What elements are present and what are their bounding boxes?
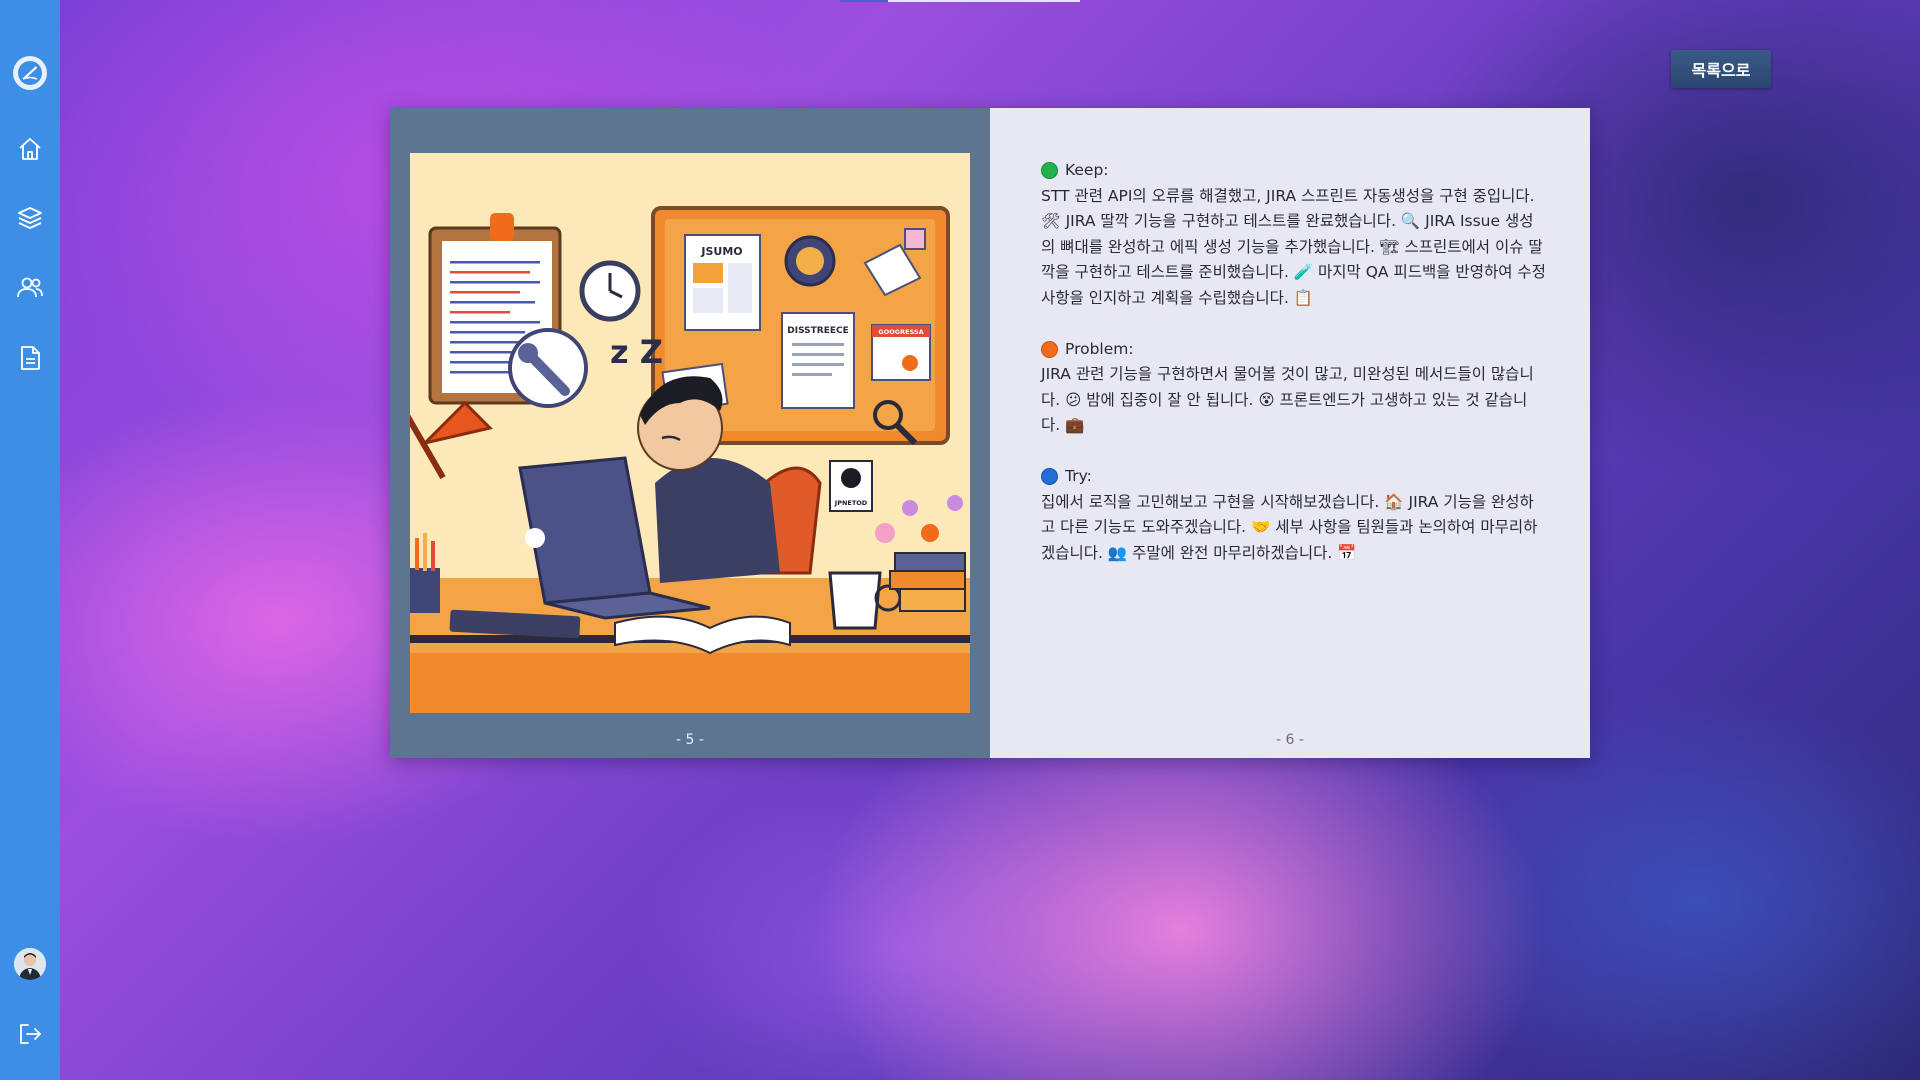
orange-circle-icon	[1041, 340, 1058, 358]
keep-text: STT 관련 API의 오류를 해결했고, JIRA 스프린트 자동생성을 구현…	[1041, 186, 1546, 307]
right-page-number: - 6 -	[1276, 732, 1304, 748]
left-page[interactable]: JSUMO DISSTREECE GOOGRESSA z Z JPNETOD -…	[390, 108, 990, 758]
try-title: Try:	[1065, 466, 1092, 485]
try-text: 집에서 로직을 고민해보고 구현을 시작해보겠습니다. 🏠 JIRA 기능을 완…	[1041, 492, 1538, 562]
book-spread: JSUMO DISSTREECE GOOGRESSA z Z JPNETOD -…	[390, 108, 1590, 758]
green-circle-icon	[1041, 162, 1058, 180]
blue-circle-icon	[1041, 468, 1058, 486]
keep-section: Keep: STT 관련 API의 오류를 해결했고, JIRA 스프린트 자동…	[1041, 158, 1546, 312]
problem-section: Problem: JIRA 관련 기능을 구현하면서 물어볼 것이 많고, 미완…	[1041, 337, 1546, 439]
board-label-jsumo: JSUMO	[700, 245, 742, 258]
retrospective-content: Keep: STT 관련 API의 오류를 해결했고, JIRA 스프린트 자동…	[1041, 158, 1546, 591]
board-label-disstreece: DISSTREECE	[787, 326, 849, 336]
top-progress-strip	[840, 0, 1080, 2]
sticker-label: JPNETOD	[834, 499, 868, 507]
try-section: Try: 집에서 로직을 고민해보고 구현을 시작해보겠습니다. 🏠 JIRA …	[1041, 464, 1546, 566]
team-icon[interactable]	[14, 272, 46, 304]
retrospective-illustration: JSUMO DISSTREECE GOOGRESSA z Z JPNETOD	[410, 153, 970, 713]
user-avatar[interactable]	[14, 948, 46, 980]
app-logo[interactable]	[13, 56, 47, 90]
layers-icon[interactable]	[14, 202, 46, 234]
sidebar	[0, 0, 60, 1080]
home-icon[interactable]	[14, 133, 46, 165]
problem-text: JIRA 관련 기능을 구현하면서 물어볼 것이 많고, 미완성된 메서드들이 …	[1041, 365, 1534, 435]
logout-icon[interactable]	[14, 1018, 46, 1050]
problem-title: Problem:	[1065, 339, 1134, 358]
back-to-list-button[interactable]: 목록으로	[1671, 50, 1771, 88]
left-page-number: - 5 -	[676, 732, 704, 748]
board-label-googressa: GOOGRESSA	[878, 328, 923, 336]
keep-title: Keep:	[1065, 161, 1109, 179]
document-icon[interactable]	[14, 342, 46, 374]
right-page[interactable]: Keep: STT 관련 API의 오류를 해결했고, JIRA 스프린트 자동…	[990, 108, 1590, 758]
svg-text:z Z: z Z	[610, 333, 663, 371]
